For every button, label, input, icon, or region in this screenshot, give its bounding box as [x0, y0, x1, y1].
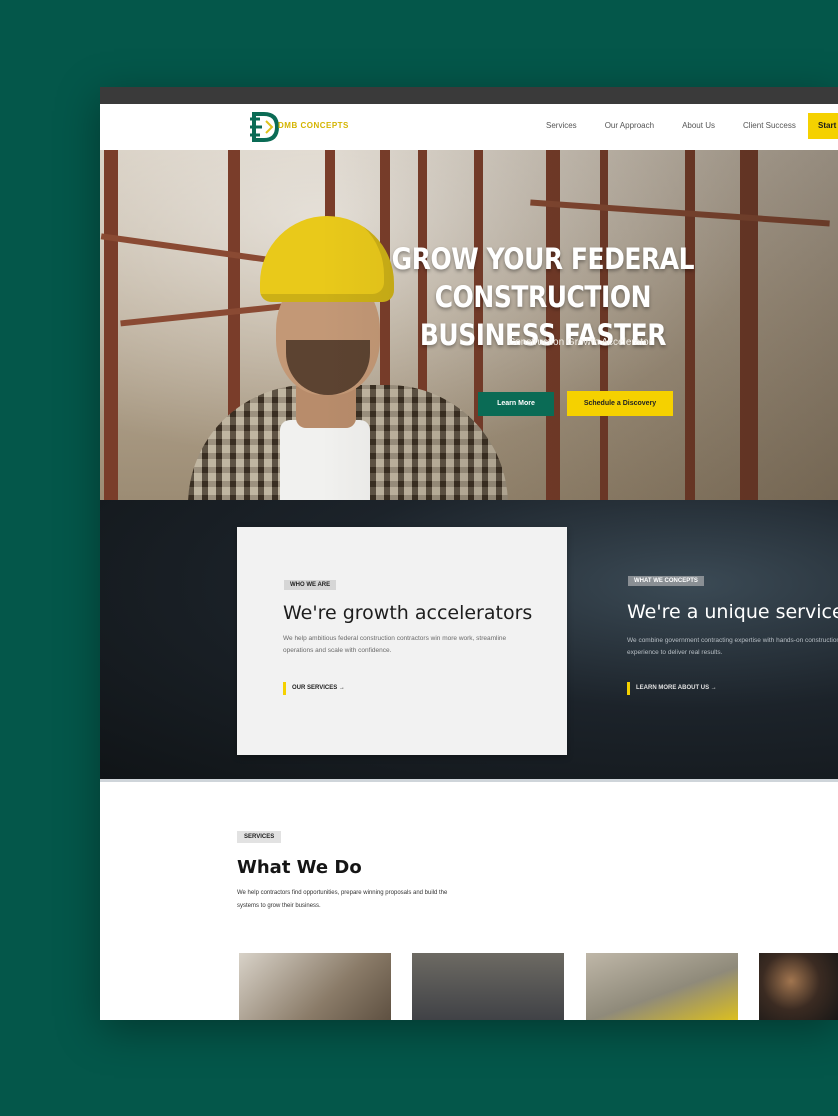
main-nav: Services Our Approach About Us Client Su… [546, 121, 824, 130]
card-link[interactable]: OUR SERVICES → [283, 682, 345, 695]
nav-item-about[interactable]: About Us [682, 121, 715, 130]
hero-secondary-button[interactable]: Schedule a Discovery [567, 391, 673, 416]
logo-text: DMB CONCEPTS [278, 120, 349, 130]
hero-title-line1: GROW YOUR FEDERAL CONSTRUCTION [391, 242, 695, 314]
logo[interactable]: DMB CONCEPTS [246, 109, 349, 145]
band-right-tag: WHAT WE CONCEPTS [628, 576, 704, 586]
logo-mark-icon [250, 112, 280, 142]
service-thumbnail[interactable] [759, 953, 838, 1020]
what-we-do-body: We help contractors find opportunities, … [237, 890, 448, 909]
card-tag: WHO WE ARE [284, 580, 337, 590]
band-right-body: We combine government contracting expert… [627, 637, 838, 656]
site-header: DMB CONCEPTS Services Our Approach About… [100, 104, 838, 150]
nav-item-services[interactable]: Services [546, 121, 577, 130]
card-body: We help ambitious federal construction c… [283, 635, 507, 654]
hero-primary-button[interactable]: Learn More [478, 392, 554, 416]
hero-section: GROW YOUR FEDERAL CONSTRUCTION BUSINESS … [100, 150, 838, 500]
hero-subtitle: Construction Growth Accelerator [508, 337, 652, 348]
service-thumbnail[interactable] [239, 953, 391, 1020]
band-right-title: We're a unique service [627, 601, 838, 623]
band-divider [100, 779, 838, 782]
service-thumbnail[interactable] [412, 953, 564, 1020]
band-right-link[interactable]: LEARN MORE ABOUT US → [627, 682, 717, 695]
website-mockup-frame: DMB CONCEPTS Services Our Approach About… [100, 87, 838, 1020]
header-cta-button[interactable]: Start [808, 113, 838, 139]
nav-item-approach[interactable]: Our Approach [605, 121, 654, 130]
service-thumbnail[interactable] [586, 953, 738, 1020]
what-we-do-title: What We Do [237, 857, 362, 878]
what-we-do-tag: SERVICES [237, 831, 282, 843]
browser-bar [100, 87, 838, 104]
nav-item-client-success[interactable]: Client Success [743, 121, 796, 130]
hero-title-line2: BUSINESS FASTER [419, 318, 667, 352]
growth-card: WHO WE ARE We're growth accelerators We … [237, 527, 567, 755]
card-title: We're growth accelerators [283, 602, 533, 624]
